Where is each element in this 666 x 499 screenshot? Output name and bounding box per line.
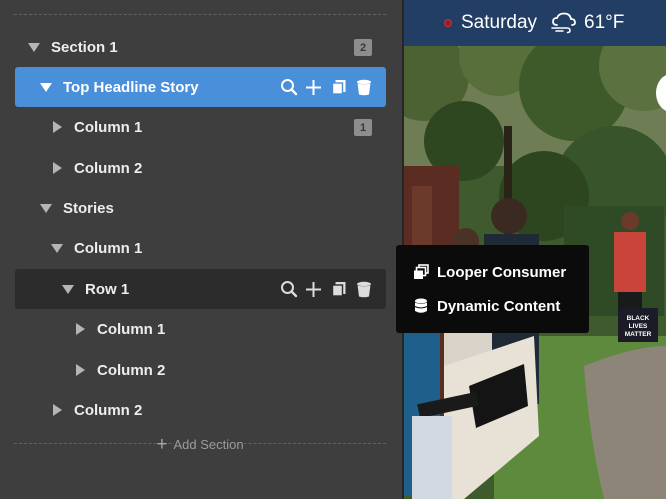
plus-icon: +: [156, 433, 168, 455]
caret-right-icon: [52, 121, 62, 133]
tree-row-section-1[interactable]: Section 1 2: [15, 27, 386, 67]
svg-text:MATTER: MATTER: [625, 331, 652, 338]
plus-icon[interactable]: [303, 77, 324, 98]
plus-icon[interactable]: [303, 279, 324, 300]
caret-right-icon: [52, 162, 62, 174]
tree-row-row-1[interactable]: Row 1: [15, 269, 386, 309]
caret-down-icon: [62, 284, 74, 294]
trash-icon[interactable]: [353, 77, 374, 98]
expand-toggle[interactable]: [69, 350, 91, 390]
insert-popup-menu: Looper Consumer Dynamic Content: [396, 245, 589, 333]
caret-right-icon: [75, 364, 85, 376]
tree-row-stories[interactable]: Stories: [15, 188, 386, 228]
structure-panel: Section 1 2 Top Headline Story Column 1 …: [0, 0, 402, 499]
tree-row-column-1[interactable]: Column 1 1: [15, 107, 386, 147]
caret-down-icon: [28, 42, 40, 52]
expand-toggle[interactable]: [46, 228, 68, 268]
tree-row-column-2[interactable]: Column 2: [15, 350, 386, 390]
row-actions: [278, 269, 374, 309]
tree-row-label: Column 2: [74, 401, 143, 419]
tree-row-label: Top Headline Story: [63, 78, 199, 96]
protest-sign-text: BLACK: [627, 315, 650, 322]
expand-toggle[interactable]: [35, 188, 57, 228]
tree-row-label: Section 1: [51, 38, 118, 56]
caret-down-icon: [40, 82, 52, 92]
expand-toggle[interactable]: [57, 269, 79, 309]
tree-row-column-2[interactable]: Column 2: [15, 390, 386, 430]
weather-bar: Saturday 61°F: [404, 0, 666, 46]
looper-icon: [413, 264, 429, 280]
expand-toggle[interactable]: [35, 67, 57, 107]
search-icon[interactable]: [278, 279, 299, 300]
status-dot: [444, 19, 452, 27]
search-icon[interactable]: [278, 77, 299, 98]
cloud-wind-icon: [550, 12, 580, 34]
tree-row-label: Column 2: [97, 361, 166, 379]
expand-toggle[interactable]: [23, 27, 45, 67]
add-section-label: Add Section: [173, 436, 244, 452]
tree-row-label: Column 1: [74, 118, 143, 136]
tree-row-column-1[interactable]: Column 1: [15, 228, 386, 268]
menu-item-looper-consumer[interactable]: Looper Consumer: [396, 255, 589, 289]
row-actions: [278, 67, 374, 107]
menu-item-dynamic-content[interactable]: Dynamic Content: [396, 289, 589, 323]
weather-day: Saturday: [461, 12, 538, 33]
database-icon: [413, 298, 429, 314]
tree-row-label: Column 1: [74, 239, 143, 257]
caret-right-icon: [52, 404, 62, 416]
top-divider: [14, 14, 386, 15]
weather-temperature: 61°F: [584, 12, 625, 33]
add-section-button[interactable]: + Add Section: [14, 434, 386, 454]
caret-down-icon: [51, 243, 63, 253]
svg-text:LIVES: LIVES: [629, 323, 648, 330]
menu-item-label: Dynamic Content: [437, 297, 561, 315]
tree-row-top-headline-story[interactable]: Top Headline Story: [15, 67, 386, 107]
expand-toggle[interactable]: [69, 309, 91, 349]
duplicate-icon[interactable]: [328, 77, 349, 98]
tree-row-column-1[interactable]: Column 1: [15, 309, 386, 349]
menu-item-label: Looper Consumer: [437, 263, 567, 281]
child-count-badge: 2: [354, 39, 372, 56]
expand-toggle[interactable]: [46, 390, 68, 430]
caret-down-icon: [40, 203, 52, 213]
caret-right-icon: [75, 323, 85, 335]
tree-row-label: Column 1: [97, 320, 166, 338]
expand-toggle[interactable]: [46, 107, 68, 147]
tree-row-label: Stories: [63, 199, 114, 217]
tree-row-label: Column 2: [74, 159, 143, 177]
tree-row-column-2[interactable]: Column 2: [15, 148, 386, 188]
duplicate-icon[interactable]: [328, 279, 349, 300]
child-count-badge: 1: [354, 119, 372, 136]
expand-toggle[interactable]: [46, 148, 68, 188]
trash-icon[interactable]: [353, 279, 374, 300]
tree-row-label: Row 1: [85, 280, 130, 298]
